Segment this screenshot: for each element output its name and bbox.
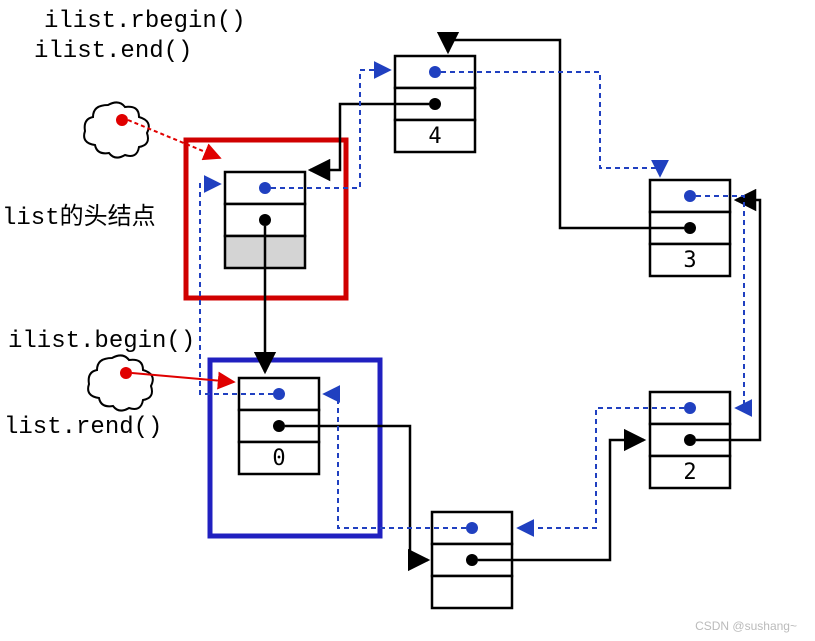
ptr-prev-1-0 [324,394,466,528]
cloud-begin-icon [88,355,153,410]
label-end: ilist.end() [34,38,192,65]
label-rend: list.rend() [4,414,162,441]
node-2-value: 2 [683,460,696,485]
node-4-value: 4 [428,124,441,149]
ptr-next-3-4 [448,40,684,228]
node-3-value: 3 [683,248,696,273]
label-begin: ilist.begin() [8,328,195,355]
label-rbegin: ilist.rbegin() [44,8,246,35]
watermark: CSDN @sushang~ [695,619,797,633]
cloud-end-icon [84,102,149,157]
dot-next-icon [259,214,271,226]
dot-prev-icon [259,182,271,194]
node-0-value: 0 [272,446,285,471]
label-head: list的头结点 [2,196,156,232]
diagram-canvas: 0 4 3 2 [0,0,815,641]
